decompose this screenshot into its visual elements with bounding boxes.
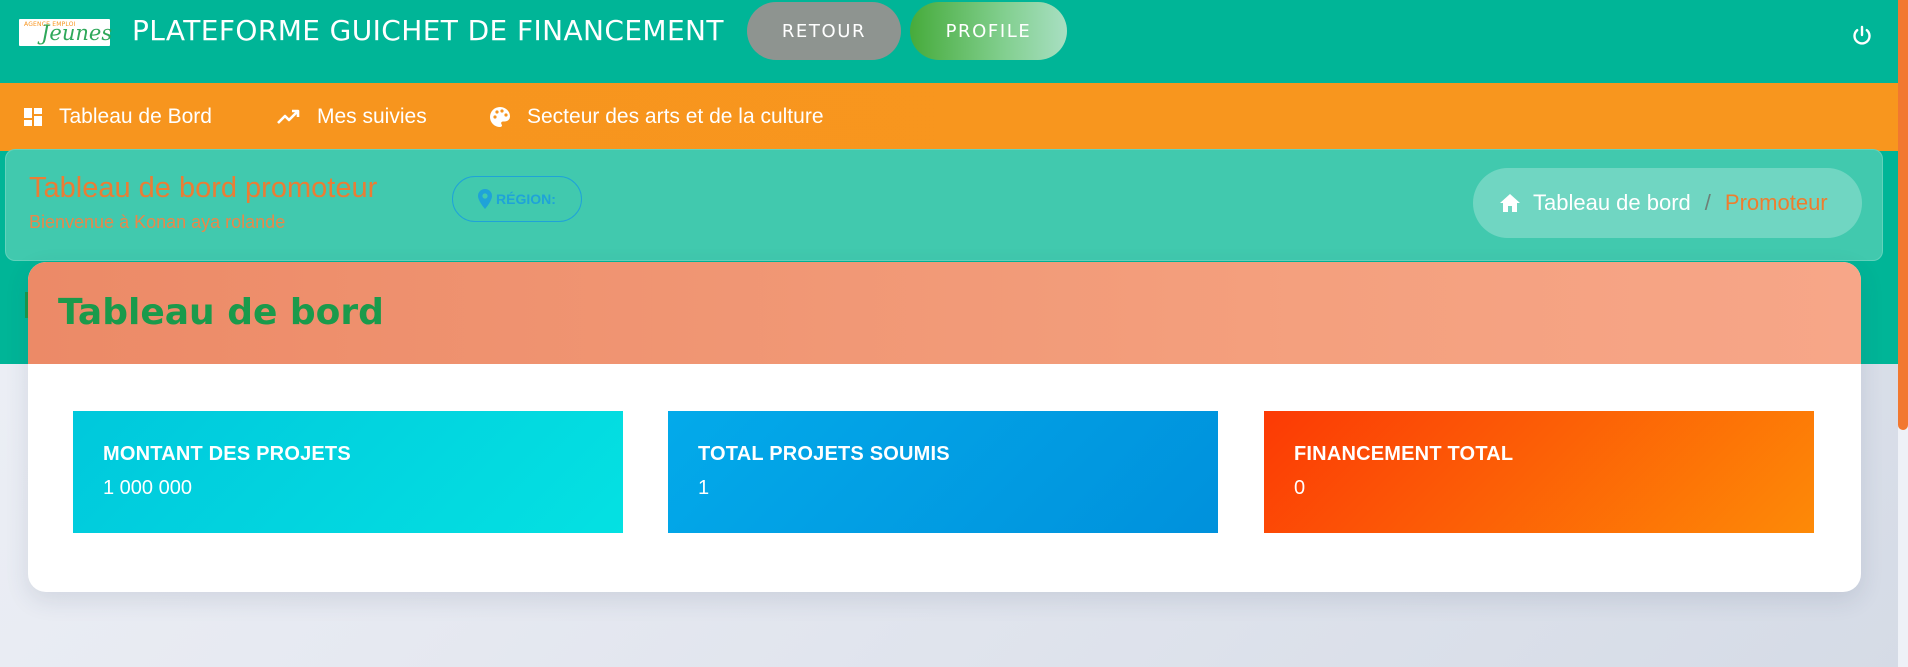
power-icon[interactable] — [1850, 24, 1874, 48]
stat-value: 1 000 000 — [103, 477, 192, 499]
breadcrumb-current: Promoteur — [1724, 190, 1828, 215]
region-label: RÉGION: — [496, 191, 556, 207]
main-navbar: Tableau de Bord Mes suivies Secteur des … — [0, 83, 1898, 151]
scrollbar-thumb[interactable] — [1898, 0, 1908, 430]
breadcrumb: Tableau de bord / Promoteur — [1473, 168, 1862, 238]
nav-item-secteur-arts-culture[interactable]: Secteur des arts et de la culture — [489, 83, 824, 151]
stat-card-total-projets-soumis[interactable]: TOTAL PROJETS SOUMIS 1 — [668, 411, 1218, 533]
nav-label: Tableau de Bord — [59, 105, 212, 128]
palette-icon — [490, 107, 510, 127]
welcome-text: Bienvenue à Konan aya rolande — [29, 212, 286, 232]
nav-item-tableau-de-bord[interactable]: Tableau de Bord — [23, 83, 212, 151]
app-title: PLATEFORME GUICHET DE FINANCEMENT — [132, 14, 724, 47]
page-title: Tableau de bord promoteur — [29, 172, 378, 204]
home-icon — [1500, 194, 1520, 212]
nav-label: Secteur des arts et de la culture — [527, 105, 824, 128]
region-chip[interactable]: RÉGION: — [452, 176, 582, 222]
logo-line2: Jeunes — [41, 21, 113, 45]
top-header: AGENCE EMPLOI Jeunes PLATEFORME GUICHET … — [0, 0, 1908, 83]
location-pin-icon — [478, 189, 493, 209]
dashboard-card-header: Tableau de bord — [28, 262, 1861, 364]
stat-value: 0 — [1294, 477, 1306, 499]
dashboard-icon — [24, 108, 42, 126]
agence-emploi-jeunes-logo[interactable]: AGENCE EMPLOI Jeunes — [19, 19, 113, 46]
stat-label: FINANCEMENT TOTAL — [1294, 443, 1514, 465]
stat-card-montant-projets[interactable]: MONTANT DES PROJETS 1 000 000 — [73, 411, 623, 533]
breadcrumb-separator: / — [1704, 190, 1711, 215]
profile-button[interactable]: PROFILE — [910, 2, 1067, 60]
breadcrumb-home[interactable]: Tableau de bord — [1533, 190, 1691, 216]
stat-value: 1 — [698, 477, 710, 499]
trending-up-icon — [277, 109, 300, 124]
page-header: Tableau de bord promoteur Bienvenue à Ko… — [5, 149, 1883, 261]
stat-label: TOTAL PROJETS SOUMIS — [698, 443, 950, 465]
nav-item-mes-suivies[interactable]: Mes suivies — [277, 83, 427, 151]
nav-label: Mes suivies — [317, 105, 427, 128]
retour-button[interactable]: RETOUR — [747, 2, 901, 60]
dashboard-title: Tableau de bord — [58, 292, 384, 333]
stat-label: MONTANT DES PROJETS — [103, 443, 351, 465]
stat-card-financement-total[interactable]: FINANCEMENT TOTAL 0 — [1264, 411, 1814, 533]
